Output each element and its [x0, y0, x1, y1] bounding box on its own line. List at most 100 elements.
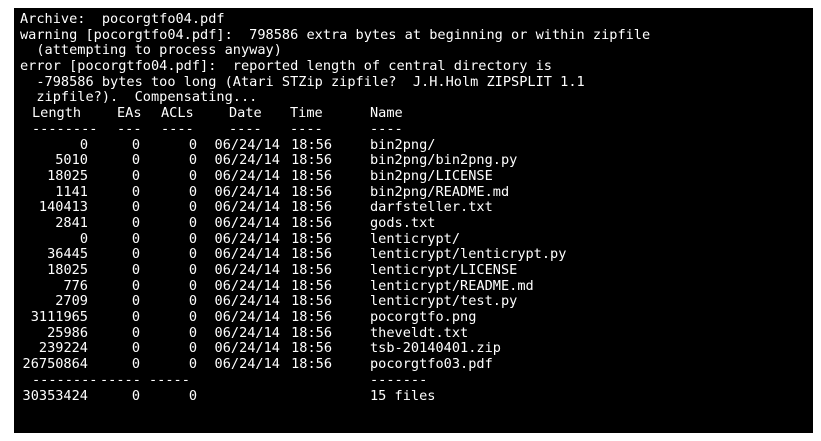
- file-eas: 0: [131, 136, 140, 153]
- file-row: 1141 0 0 06/24/14 18:56 bin2png/README.md: [20, 183, 813, 201]
- file-row: 25986 0 0 06/24/14 18:56 theveldt.txt: [20, 324, 813, 342]
- file-row: 2709 0 0 06/24/14 18:56 lenticrypt/test.py: [20, 294, 813, 310]
- file-name: tsb-20140401.zip: [370, 340, 501, 357]
- file-length: 776: [63, 277, 88, 294]
- separator-date: ----: [229, 120, 262, 137]
- header-name: Name: [370, 105, 403, 122]
- file-row: 0 0 0 06/24/14 18:56 lenticrypt/: [20, 230, 813, 248]
- file-name: lenticrypt/LICENSE: [370, 262, 518, 278]
- file-eas: 0: [131, 214, 140, 231]
- file-name: lenticrypt/lenticrypt.py: [370, 246, 567, 263]
- file-time: 18:56: [291, 246, 332, 263]
- header-length: Length: [32, 105, 82, 122]
- file-row: 2841 0 0 06/24/14 18:56 gods.txt: [20, 214, 813, 232]
- file-acls: 0: [188, 136, 197, 153]
- file-row: 776 0 0 06/24/14 18:56 lenticrypt/README.md: [20, 277, 813, 295]
- file-acls: 0: [188, 293, 197, 310]
- file-acls: 0: [188, 167, 197, 184]
- totals-separator-acls: -----: [149, 371, 190, 388]
- file-eas: 0: [131, 277, 140, 294]
- total-length: 30353424: [22, 387, 88, 404]
- file-time: 18:56: [291, 230, 332, 247]
- file-acls: 0: [188, 246, 197, 263]
- file-length: 2841: [55, 214, 88, 231]
- file-time: 18:56: [291, 167, 332, 184]
- file-row: 239224 0 0 06/24/14 18:56 tsb-20140401.zip: [20, 341, 813, 357]
- file-acls: 0: [188, 262, 197, 278]
- column-header-row: Length EAs ACLs Date Time Name: [20, 105, 813, 122]
- totals-row: 30353424 0 0 15 files: [20, 387, 813, 405]
- message-line: -798586 bytes too long (Atari STZip zipf…: [20, 73, 585, 90]
- file-time: 18:56: [291, 183, 332, 200]
- file-time: 18:56: [291, 340, 332, 357]
- file-row: 5010 0 0 06/24/14 18:56 bin2png/bin2png.py: [20, 152, 813, 169]
- file-acls: 0: [188, 183, 197, 200]
- totals-separator-eas: -----: [100, 371, 141, 388]
- file-name: lenticrypt/: [370, 230, 461, 247]
- separator-name: ----: [370, 120, 403, 137]
- file-name: bin2png/README.md: [370, 183, 510, 200]
- file-row: 140413 0 0 06/24/14 18:56 darfsteller.txt: [20, 200, 813, 216]
- file-name: lenticrypt/test.py: [370, 293, 518, 310]
- file-row: 26750864 0 0 06/24/14 18:56 pocorgtfo03.pdf: [20, 356, 813, 373]
- file-length: 140413: [38, 199, 88, 216]
- separator-acls: ----: [161, 120, 194, 137]
- file-date: 06/24/14: [214, 246, 280, 263]
- total-file-count: 15 files: [370, 387, 436, 404]
- header-eas: EAs: [117, 105, 142, 122]
- file-name: bin2png/LICENSE: [370, 167, 493, 184]
- file-date: 06/24/14: [214, 183, 280, 200]
- file-date: 06/24/14: [214, 324, 280, 341]
- file-name: darfsteller.txt: [370, 199, 493, 216]
- file-time: 18:56: [291, 262, 332, 278]
- file-length: 239224: [38, 340, 88, 357]
- file-time: 18:56: [291, 214, 332, 231]
- file-name: lenticrypt/README.md: [370, 277, 534, 294]
- header-date: Date: [229, 105, 262, 122]
- file-list: 0 0 0 06/24/14 18:56 bin2png/5010 0 0 06/24/14 18…: [20, 136, 813, 373]
- file-acls: 0: [188, 309, 197, 326]
- file-name: pocorgtfo03.pdf: [370, 356, 493, 373]
- file-row: 36445 0 0 06/24/14 18:56 lenticrypt/lenticryp…: [20, 247, 813, 263]
- file-time: 18:56: [291, 356, 332, 373]
- file-time: 18:56: [291, 152, 332, 169]
- file-length: 18025: [47, 167, 88, 184]
- file-name: theveldt.txt: [370, 324, 469, 341]
- file-date: 06/24/14: [214, 340, 280, 357]
- file-length: 0: [79, 136, 88, 153]
- file-time: 18:56: [291, 277, 332, 294]
- file-length: 18025: [47, 262, 88, 278]
- file-date: 06/24/14: [214, 277, 280, 294]
- file-length: 25986: [47, 324, 88, 341]
- file-acls: 0: [188, 356, 197, 373]
- file-eas: 0: [131, 152, 140, 169]
- file-time: 18:56: [291, 136, 332, 153]
- file-name: gods.txt: [370, 214, 436, 231]
- file-eas: 0: [131, 356, 140, 373]
- file-length: 36445: [47, 246, 88, 263]
- file-date: 06/24/14: [214, 230, 280, 247]
- message-block: Archive: pocorgtfo04.pdf warning [pocorgt…: [20, 11, 813, 106]
- file-name: bin2png/: [370, 136, 436, 153]
- file-acls: 0: [188, 340, 197, 357]
- file-eas: 0: [131, 199, 140, 216]
- header-acls: ACLs: [161, 105, 194, 122]
- total-eas: 0: [131, 387, 140, 404]
- file-acls: 0: [188, 277, 197, 294]
- file-date: 06/24/14: [214, 167, 280, 184]
- file-date: 06/24/14: [214, 356, 280, 373]
- file-length: 0: [79, 230, 88, 247]
- terminal-window[interactable]: Archive: pocorgtfo04.pdf warning [pocorgt…: [14, 8, 813, 433]
- file-acls: 0: [188, 230, 197, 247]
- file-eas: 0: [131, 183, 140, 200]
- totals-separator-name: -------: [370, 371, 428, 388]
- separator-eas: ---: [117, 120, 142, 137]
- file-length: 26750864: [22, 356, 88, 373]
- message-line: (attempting to process anyway): [20, 42, 282, 59]
- file-name: bin2png/bin2png.py: [370, 152, 518, 169]
- file-date: 06/24/14: [214, 214, 280, 231]
- file-time: 18:56: [291, 324, 332, 341]
- totals-separator-length: --------: [32, 371, 98, 388]
- file-length: 5010: [55, 152, 88, 169]
- file-eas: 0: [131, 230, 140, 247]
